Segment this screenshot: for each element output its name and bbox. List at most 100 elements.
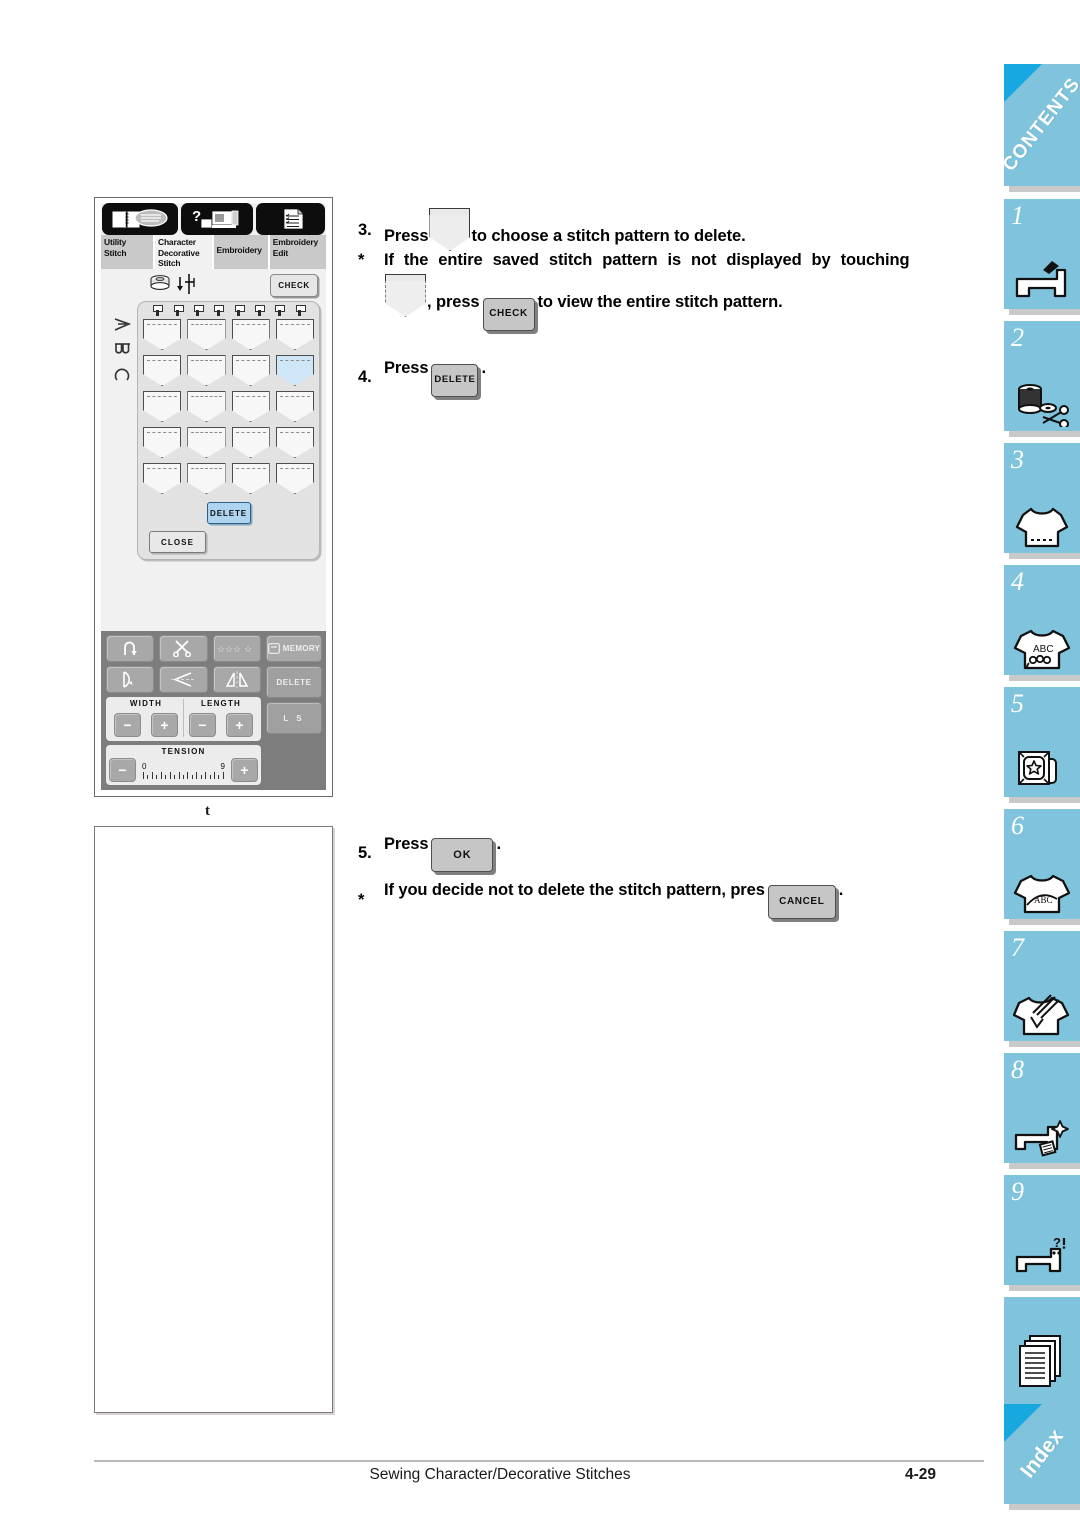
needle-position-icon[interactable] [106,666,155,693]
pocket-cell[interactable] [143,319,183,352]
pocket-cell[interactable] [275,391,316,424]
tension-minus-button[interactable]: − [109,758,136,782]
tension-label: TENSION [161,747,206,756]
pocket-cell[interactable] [143,427,183,460]
pocket-cell[interactable] [187,427,227,460]
pocket-dash-line [235,324,266,325]
lcd-tab-embroidery[interactable]: Embroidery [213,235,270,269]
pocket-cell[interactable] [143,355,183,388]
pocket-cell[interactable] [275,427,316,460]
lcd-tab-embroidery-edit[interactable]: Embroidery Edit [269,235,326,269]
pocket-cell[interactable] [231,463,272,496]
spool-scissors-icon [1004,381,1080,427]
index-tab-contents[interactable]: CONTENTS [999,64,1080,186]
pocket-icon[interactable] [385,274,429,320]
index-tab-1-number: 1 [1011,201,1024,230]
tshirt-abc-icon: ABC [1004,625,1080,671]
reverse-stitch-icon[interactable] [106,635,155,662]
footer-page-number: 4-29 [905,1466,937,1483]
memory-button[interactable]: MEMORY [266,635,322,662]
lcd-tab-utility-stitch[interactable]: Utility Stitch [101,235,155,269]
pocket-cell[interactable] [275,319,316,352]
clip-icon [153,305,164,316]
manual-book-icon[interactable] [102,203,178,235]
index-tab-4[interactable]: 4 ABC [1004,565,1080,675]
footer-divider [94,1460,984,1462]
lcd-tab-label: Utility [104,237,127,247]
lcd-work-area: CHECK DELETE CLOSE [101,269,326,631]
lcd-top-icon-bar: ? [101,203,326,235]
mirror-horizontal-icon[interactable] [159,666,208,693]
machine-troubleshoot-icon: ? [1004,1237,1080,1281]
footer-chapter-title: Sewing Character/Decorative Stitches [369,1466,631,1483]
pocket-cell[interactable] [187,355,227,388]
length-label: LENGTH [200,699,242,708]
pocket-cell[interactable] [231,391,272,424]
settings-list-icon[interactable] [256,203,325,235]
pocket-dash-line [279,360,310,361]
index-tab-appendix[interactable] [1004,1297,1080,1407]
svg-text:?: ? [1053,1237,1061,1250]
tension-tick [191,774,193,779]
width-minus-button[interactable]: − [114,713,141,737]
lcd-tab-label: Edit [272,247,289,258]
thread-cutter-icon[interactable] [159,635,208,662]
check-button[interactable]: CHECK [482,297,535,331]
pocket-cell[interactable] [231,319,272,352]
delete-button[interactable]: DELETE [431,363,479,397]
cancel-button[interactable]: CANCEL [767,885,836,919]
clip-icon [275,305,286,316]
lcd-delete-button[interactable]: DELETE [206,502,251,524]
tension-plus-button[interactable]: + [231,758,258,782]
length-minus-button[interactable]: − [189,713,216,737]
lcd-close-button[interactable]: CLOSE [149,531,206,553]
index-tab-2[interactable]: 2 [1004,321,1080,431]
pocket-cell[interactable] [231,355,272,388]
index-tab-6[interactable]: 6 ABC [1004,809,1080,919]
index-tab-8-number: 8 [1011,1055,1024,1084]
lcd-control-delete-button[interactable]: DELETE [266,666,322,698]
width-label: WIDTH [129,699,163,708]
lcd-check-button[interactable]: CHECK [270,274,318,297]
pocket-cell[interactable] [187,391,227,424]
mirror-vertical-icon[interactable] [212,666,261,693]
length-plus-button[interactable]: + [226,713,253,737]
index-tab-3-number: 3 [1011,445,1024,474]
tension-tick [218,774,220,779]
pocket-cell[interactable] [231,427,272,460]
svg-text:?: ? [192,208,201,225]
lcd-tab-label: Stitch [158,258,181,268]
pocket-cell-selected[interactable] [275,355,316,388]
tension-tick [182,774,184,779]
pocket-dash-line [147,396,178,397]
note-1: * If the entire saved stitch pattern is … [358,250,988,331]
step-3-text-after: to choose a stitch pattern to delete. [471,227,746,245]
lcd-control-ls-button[interactable]: L S [266,702,322,734]
pocket-dash-line [279,324,310,325]
index-tab-7[interactable]: 7 [1004,931,1080,1041]
ok-button[interactable]: OK [431,838,494,872]
pocket-cell[interactable] [143,463,183,496]
index-tab-3[interactable]: 3 [1004,443,1080,553]
tension-tick [178,771,180,779]
pocket-cell[interactable] [187,319,227,352]
tension-slider[interactable] [143,771,224,779]
pocket-cell[interactable] [187,463,227,496]
step-3: 3. Press to choose a stitch pattern to de… [358,208,988,254]
index-tab-8[interactable]: 8 [1004,1053,1080,1163]
pocket-cell[interactable] [143,391,183,424]
tension-tick [174,774,176,779]
index-tab-5[interactable]: 5 [1004,687,1080,797]
auto-stitch-icon[interactable]: ☆☆☆ ☆ [212,635,261,662]
help-machine-icon[interactable]: ? [180,203,254,235]
index-tab-9[interactable]: 9 ? [1004,1175,1080,1285]
width-plus-button[interactable]: + [151,713,178,737]
pocket-icon[interactable] [429,208,474,254]
index-tab-index[interactable]: Index [1004,1404,1080,1504]
index-tab-1[interactable]: 1 [1004,199,1080,309]
pocket-cell[interactable] [275,463,316,496]
bobbin-icon [150,275,170,290]
tension-tick [165,774,167,779]
length-control: LENGTH − + [183,699,258,737]
lcd-tab-character-decorative-stitch[interactable]: Character Decorative Stitch [155,235,214,269]
